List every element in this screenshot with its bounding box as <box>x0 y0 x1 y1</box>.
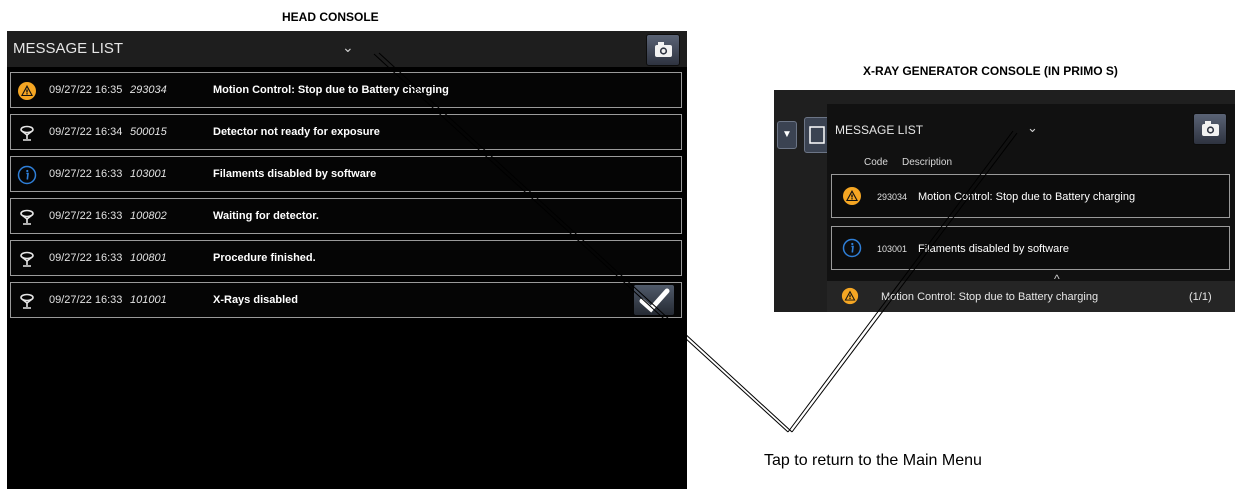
warning-icon <box>18 82 36 100</box>
checkmark-icon <box>639 288 670 313</box>
chevron-down-icon[interactable]: ⌄ <box>1027 120 1038 136</box>
chevron-down-icon[interactable]: ⌄ <box>342 39 354 56</box>
acknowledge-button[interactable] <box>634 285 674 315</box>
head-console-caption: HEAD CONSOLE <box>282 10 379 24</box>
message-list-title: MESSAGE LIST <box>13 40 124 57</box>
camera-button[interactable] <box>1193 113 1227 145</box>
message-description: Motion Control: Stop due to Battery char… <box>918 191 1136 203</box>
column-header-description: Description <box>902 157 953 168</box>
message-list-panel: MESSAGE LIST ⌄ Code Description 293034 Mo… <box>827 104 1235 312</box>
message-row[interactable]: 09/27/22 16:34 500015 Detector not ready f… <box>10 114 682 150</box>
status-message: Motion Control: Stop due to Battery char… <box>881 291 1099 303</box>
warning-icon <box>841 287 859 305</box>
message-row[interactable]: 103001 Filaments disabled by software <box>831 226 1230 270</box>
detector-icon <box>20 251 34 267</box>
status-count: (1/1) <box>1189 291 1212 303</box>
message-code: 100802 <box>130 210 167 222</box>
xray-console-caption: X-RAY GENERATOR CONSOLE (IN PRIMO S) <box>863 64 1118 78</box>
message-description: Filaments disabled by software <box>918 243 1070 255</box>
xray-console-screen: ▼ MESSAGE LIST ⌄ Code Description 293034… <box>774 90 1235 312</box>
message-list-title: MESSAGE LIST <box>835 123 924 137</box>
message-description: X-Rays disabled <box>213 294 298 306</box>
message-code: 293034 <box>130 84 167 96</box>
message-description: Detector not ready for exposure <box>213 126 380 138</box>
message-code: 103001 <box>877 244 908 254</box>
message-description: Procedure finished. <box>213 252 316 264</box>
message-datetime: 09/27/22 16:34 <box>49 126 123 138</box>
message-row[interactable]: 09/27/22 16:33 103001 Filaments disabled b… <box>10 156 682 192</box>
message-datetime: 09/27/22 16:33 <box>49 168 123 180</box>
collimator-icon <box>809 126 825 144</box>
info-icon <box>842 238 862 258</box>
column-header-code: Code <box>864 157 888 168</box>
message-code: 293034 <box>877 192 908 202</box>
detector-icon <box>20 293 34 309</box>
message-datetime: 09/27/22 16:33 <box>49 210 123 222</box>
message-row[interactable]: 293034 Motion Control: Stop due to Batter… <box>831 174 1230 218</box>
message-description: Waiting for detector. <box>213 210 319 222</box>
detector-icon <box>20 209 34 225</box>
camera-button[interactable] <box>646 34 680 66</box>
message-row[interactable]: 09/27/22 16:35 293034 Motion Control: Stop… <box>10 72 682 108</box>
message-description: Filaments disabled by software <box>213 168 377 180</box>
camera-icon <box>655 42 672 57</box>
message-row[interactable]: 09/27/22 16:33 101001 X-Rays disabled <box>10 282 682 318</box>
camera-icon <box>1202 121 1219 136</box>
dropdown-button[interactable]: ▼ <box>777 121 797 149</box>
message-code: 100801 <box>130 252 167 264</box>
message-row[interactable]: 09/27/22 16:33 100801 Procedure finished. <box>10 240 682 276</box>
message-datetime: 09/27/22 16:33 <box>49 252 123 264</box>
message-code: 500015 <box>130 126 167 138</box>
message-datetime: 09/27/22 16:33 <box>49 294 123 306</box>
tap-instruction-caption: Tap to return to the Main Menu <box>764 452 982 469</box>
detector-icon <box>20 125 34 141</box>
message-code: 103001 <box>130 168 167 180</box>
head-console-screen: MESSAGE LIST ⌄ 09/27/22 16:35 293034 Motio… <box>7 31 687 489</box>
message-list-header: MESSAGE LIST ⌄ <box>7 31 687 67</box>
message-description: Motion Control: Stop due to Battery char… <box>213 84 449 96</box>
message-code: 101001 <box>130 294 167 306</box>
warning-icon <box>843 187 861 205</box>
message-row[interactable]: 09/27/22 16:33 100802 Waiting for detector… <box>10 198 682 234</box>
message-datetime: 09/27/22 16:35 <box>49 84 123 96</box>
status-bar[interactable]: Motion Control: Stop due to Battery char… <box>827 281 1235 312</box>
info-icon <box>17 165 37 185</box>
